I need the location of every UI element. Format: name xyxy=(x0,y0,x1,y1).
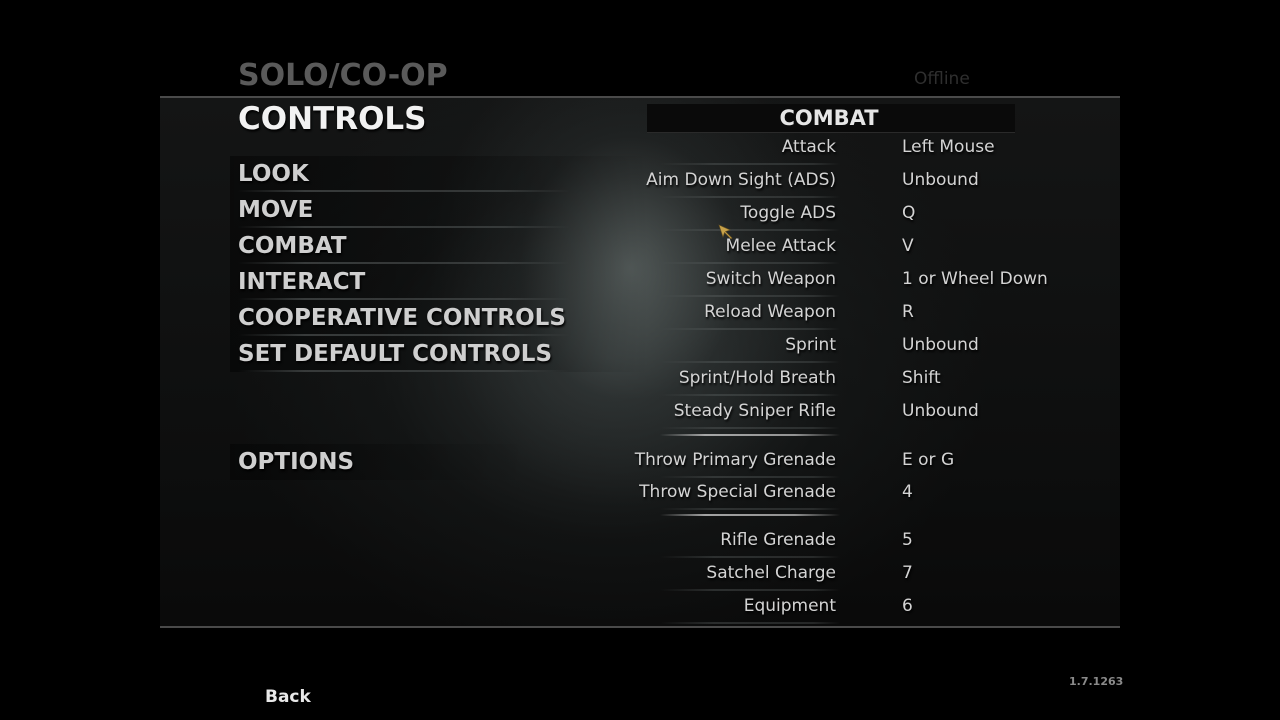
binding-row-throw-primary-grenade[interactable]: Throw Primary Grenade E or G xyxy=(635,445,1080,478)
binding-row-satchel-charge[interactable]: Satchel Charge 7 xyxy=(640,558,1080,591)
binding-action: Throw Primary Grenade xyxy=(634,450,836,470)
binding-key[interactable]: V xyxy=(902,235,914,257)
section-title: COMBAT xyxy=(779,106,879,130)
controls-screen: SOLO/CO-OP Offline CONTROLS LOOK MOVE CO… xyxy=(0,0,1280,720)
binding-action: Aim Down Sight (ADS) xyxy=(646,170,836,190)
binding-row-toggle-ads[interactable]: Toggle ADS Q xyxy=(640,198,1080,231)
menu-item-label: COOPERATIVE CONTROLS xyxy=(238,305,566,331)
menu-item-move[interactable]: MOVE xyxy=(230,192,650,228)
binding-row-sprint[interactable]: Sprint Unbound xyxy=(640,330,1080,363)
menu-item-label: COMBAT xyxy=(238,233,347,259)
binding-row-attack[interactable]: Attack Left Mouse xyxy=(640,132,1080,165)
menu-item-label: MOVE xyxy=(238,197,314,223)
binding-action: Sprint xyxy=(785,335,836,355)
menu-item-label: OPTIONS xyxy=(238,449,355,475)
binding-key[interactable]: Unbound xyxy=(902,400,979,422)
menu-item-set-default-controls[interactable]: SET DEFAULT CONTROLS xyxy=(230,336,650,372)
binding-key[interactable]: 7 xyxy=(902,562,913,584)
menu-item-combat[interactable]: COMBAT xyxy=(230,228,650,264)
binding-row-rifle-grenade[interactable]: Rifle Grenade 5 xyxy=(640,525,1080,558)
binding-key[interactable]: Left Mouse xyxy=(902,136,995,158)
binding-key[interactable]: 6 xyxy=(902,595,913,617)
menu-item-interact[interactable]: INTERACT xyxy=(230,264,650,300)
binding-action: Switch Weapon xyxy=(705,269,836,289)
bindings-section-header: COMBAT xyxy=(647,104,1015,133)
menu-item-label: LOOK xyxy=(238,161,309,187)
controls-panel: CONTROLS LOOK MOVE COMBAT INTERACT COOPE… xyxy=(160,96,1120,628)
binding-key[interactable]: Unbound xyxy=(902,169,979,191)
binding-row-throw-special-grenade[interactable]: Throw Special Grenade 4 xyxy=(639,477,1080,510)
binding-action: Sprint/Hold Breath xyxy=(678,368,836,388)
binding-action: Toggle ADS xyxy=(740,203,836,223)
binding-action: Satchel Charge xyxy=(706,563,836,583)
menu-item-options[interactable]: OPTIONS xyxy=(230,444,530,480)
menu-item-label: INTERACT xyxy=(238,269,366,295)
binding-key[interactable]: Q xyxy=(902,202,915,224)
connection-status: Offline xyxy=(914,69,970,89)
menu-item-look[interactable]: LOOK xyxy=(230,156,650,192)
game-mode-title: SOLO/CO-OP xyxy=(238,58,448,93)
binding-row-switch-weapon[interactable]: Switch Weapon 1 or Wheel Down xyxy=(640,264,1080,297)
back-button[interactable]: Back xyxy=(265,686,311,708)
binding-row-reload-weapon[interactable]: Reload Weapon R xyxy=(640,297,1080,330)
binding-row-steady-sniper-rifle[interactable]: Steady Sniper Rifle Unbound xyxy=(640,396,1080,429)
binding-key[interactable]: Shift xyxy=(902,367,941,389)
binding-action: Attack xyxy=(781,137,836,157)
page-title: CONTROLS xyxy=(238,101,427,137)
binding-key[interactable]: 5 xyxy=(902,529,913,551)
binding-row-melee-attack[interactable]: Melee Attack V xyxy=(640,231,1080,264)
binding-action: Throw Special Grenade xyxy=(639,482,836,502)
binding-key[interactable]: E or G xyxy=(902,449,954,471)
binding-row-sprint-hold-breath[interactable]: Sprint/Hold Breath Shift xyxy=(640,363,1080,396)
group-divider xyxy=(660,434,840,436)
version-label: 1.7.1263 xyxy=(1069,675,1124,688)
binding-action: Equipment xyxy=(743,596,836,616)
binding-key[interactable]: 4 xyxy=(902,481,913,503)
binding-key[interactable]: 1 or Wheel Down xyxy=(902,268,1048,290)
binding-key[interactable]: Unbound xyxy=(902,334,979,356)
binding-action: Reload Weapon xyxy=(704,302,836,322)
menu-item-cooperative-controls[interactable]: COOPERATIVE CONTROLS xyxy=(230,300,650,336)
binding-action: Melee Attack xyxy=(725,236,836,256)
mouse-cursor-icon xyxy=(718,224,733,240)
binding-row-equipment[interactable]: Equipment 6 xyxy=(640,591,1080,624)
group-divider xyxy=(660,514,840,516)
binding-row-aim-down-sight[interactable]: Aim Down Sight (ADS) Unbound xyxy=(640,165,1080,198)
menu-item-label: SET DEFAULT CONTROLS xyxy=(238,341,553,367)
binding-key[interactable]: R xyxy=(902,301,914,323)
controls-category-menu: LOOK MOVE COMBAT INTERACT COOPERATIVE CO… xyxy=(230,156,650,372)
binding-action: Steady Sniper Rifle xyxy=(673,401,836,421)
binding-action: Rifle Grenade xyxy=(720,530,836,550)
